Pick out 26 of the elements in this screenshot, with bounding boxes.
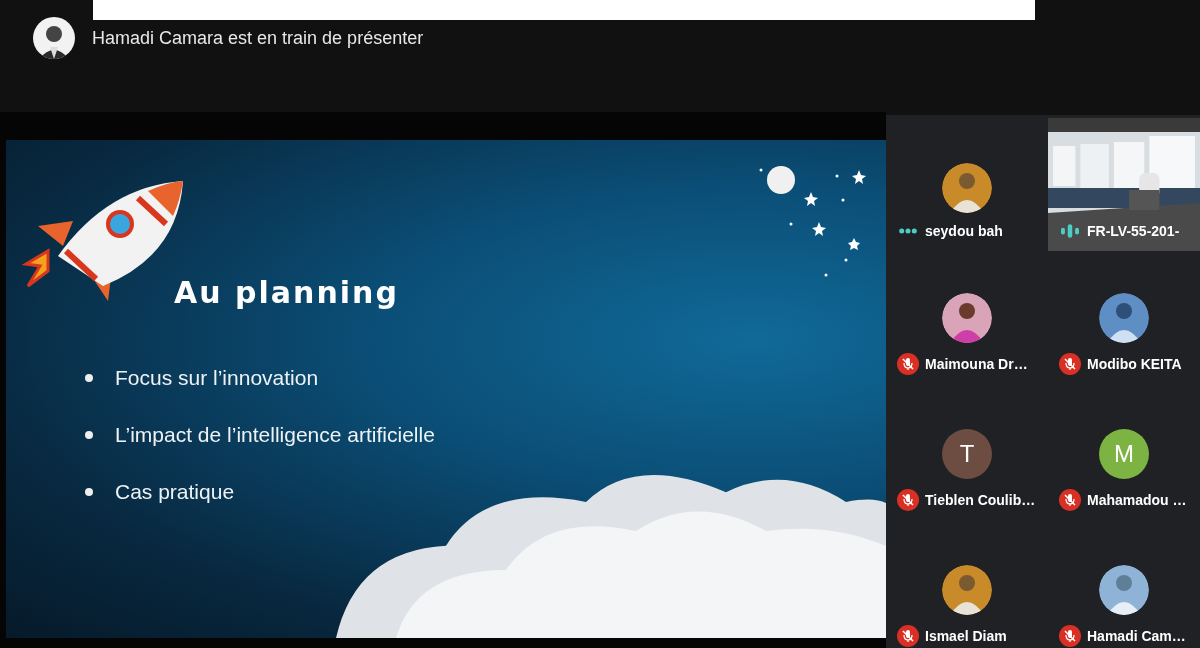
bullet-dot-icon xyxy=(85,373,93,382)
audio-level-icon xyxy=(1061,224,1079,238)
participant-name: Maimouna Dr… xyxy=(925,356,1028,372)
slide-title: Au planning xyxy=(174,275,400,310)
muted-mic-icon xyxy=(1059,353,1081,375)
participant-name: seydou bah xyxy=(925,223,1003,239)
muted-mic-icon xyxy=(1059,625,1081,647)
dots-icon xyxy=(899,228,917,234)
bullet-text: Cas pratique xyxy=(115,479,235,505)
muted-mic-icon xyxy=(897,353,919,375)
participant-name: Mahamadou … xyxy=(1087,492,1187,508)
participant-name: Hamadi Cam… xyxy=(1087,628,1186,644)
bullet-text: Focus sur l’innovation xyxy=(115,365,319,391)
bullet-dot-icon xyxy=(85,487,93,496)
muted-mic-icon xyxy=(897,625,919,647)
participant-name: Ismael Diam xyxy=(925,628,1007,644)
participant-name: Tieblen Coulib… xyxy=(925,492,1036,508)
bullet-dot-icon xyxy=(85,430,93,439)
bullet-text: L’impact de l’intelligence artificielle xyxy=(115,422,435,448)
participant-name: Modibo KEITA xyxy=(1087,356,1182,372)
muted-mic-icon xyxy=(1059,489,1081,511)
initial-avatar: M xyxy=(1099,429,1149,479)
muted-mic-icon xyxy=(897,489,919,511)
presenter-text: Hamadi Camara est en train de présenter xyxy=(92,27,424,49)
initial-avatar: T xyxy=(942,429,992,479)
participant-name: FR-LV-55-201- xyxy=(1087,223,1180,239)
